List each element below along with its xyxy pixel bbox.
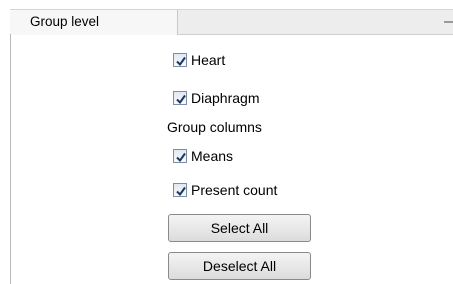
checkbox-means[interactable]: Means: [173, 147, 233, 165]
checkbox-label-present-count: Present count: [191, 182, 278, 198]
checkbox-label-heart: Heart: [191, 52, 226, 68]
checkbox-heart[interactable]: Heart: [173, 51, 225, 69]
checkbox-label-means: Means: [191, 148, 234, 164]
tab-bar: Group level: [10, 9, 453, 35]
select-all-button[interactable]: Select All: [168, 214, 311, 242]
tab-group-level[interactable]: Group level: [10, 9, 178, 35]
deselect-all-button[interactable]: Deselect All: [168, 252, 311, 280]
checkbox-label-diaphragm: Diaphragm: [191, 90, 260, 106]
checkbox-checked-icon[interactable]: [173, 183, 187, 197]
checkbox-checked-icon[interactable]: [173, 91, 187, 105]
checkbox-checked-icon[interactable]: [173, 53, 187, 67]
checkbox-checked-icon[interactable]: [173, 149, 187, 163]
minimize-icon[interactable]: [444, 21, 453, 23]
checkbox-present-count[interactable]: Present count: [173, 181, 277, 199]
group-columns-label: Group columns: [167, 119, 262, 135]
checkbox-diaphragm[interactable]: Diaphragm: [173, 89, 259, 107]
panel-border: [10, 34, 11, 284]
